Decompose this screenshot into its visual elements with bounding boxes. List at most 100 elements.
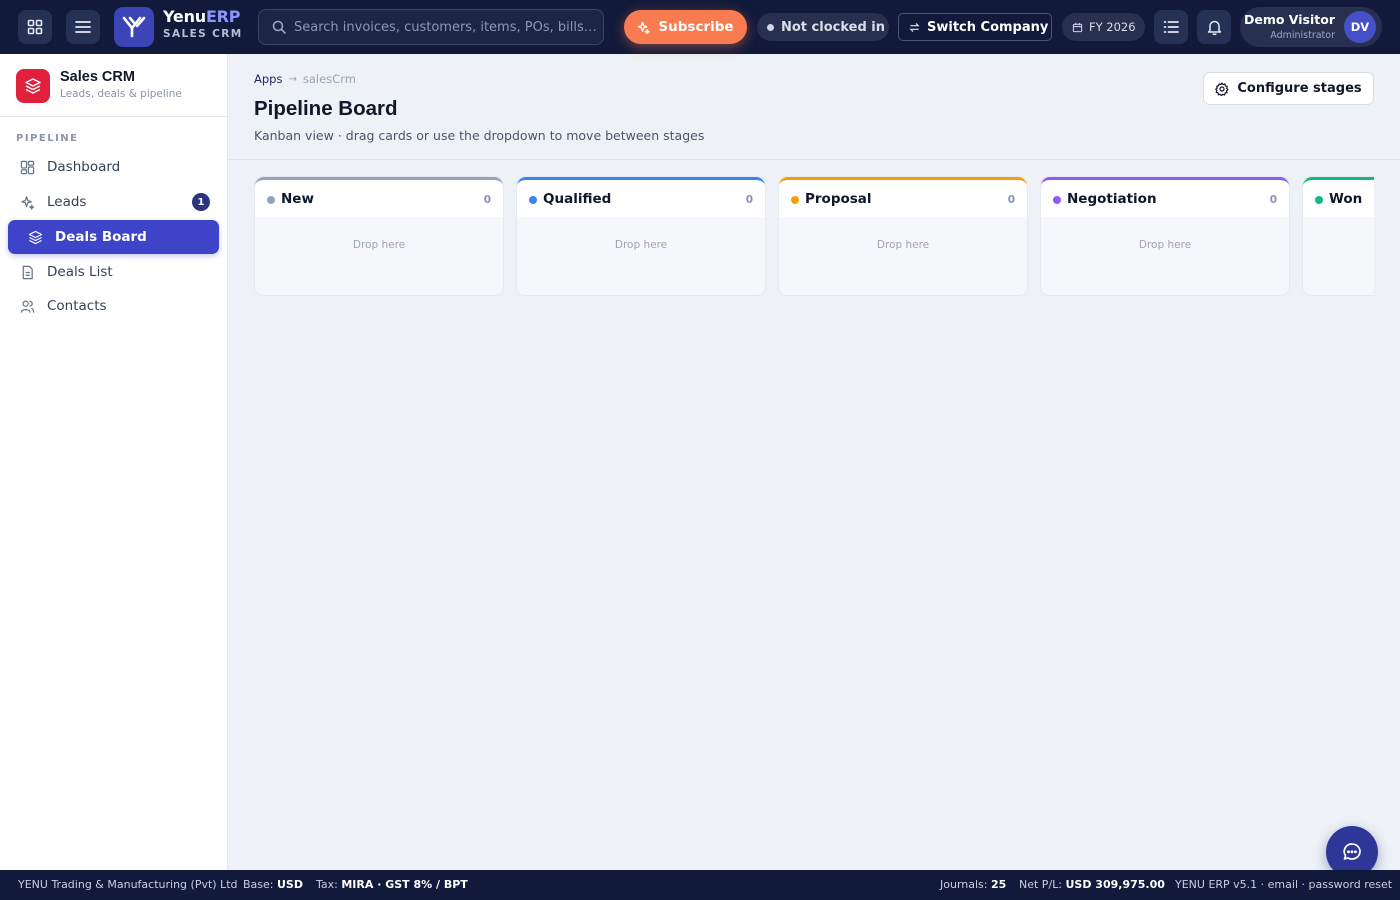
section-label: PIPELINE [16, 133, 79, 144]
sidebar-item-label: Leads [47, 194, 87, 210]
user-role: Administrator [1270, 30, 1335, 41]
stage-column-negotiation[interactable]: Negotiation 0 Drop here [1040, 176, 1290, 296]
stage-name: New [281, 191, 314, 207]
stage-header: Won [1303, 177, 1374, 217]
header-divider [228, 159, 1400, 160]
sidebar-item-label: Deals List [47, 264, 113, 280]
sidebar-item-dashboard[interactable]: Dashboard [8, 150, 219, 184]
sidebar-item-deals-list[interactable]: Deals List [8, 255, 219, 289]
stage-color-dot [1315, 196, 1323, 204]
configure-stages-button[interactable]: Configure stages [1203, 72, 1374, 105]
pipeline-board: New 0 Drop here Qualified 0 Drop here Pr… [254, 176, 1374, 296]
footer-base-label: Base: [243, 878, 274, 891]
breadcrumb: Apps → salesCrm [254, 72, 356, 86]
clock-status-label: Not clocked in [781, 19, 886, 35]
leads-count-badge: 1 [192, 193, 210, 211]
drop-zone[interactable]: Drop here [779, 239, 1027, 251]
footer-net-pl: Net P/L: USD 309,975.00 [1019, 878, 1165, 891]
hamburger-icon [75, 21, 91, 33]
stage-column-won[interactable]: Won [1302, 176, 1374, 296]
stage-name: Won [1329, 191, 1363, 207]
menu-toggle-button[interactable] [66, 10, 100, 44]
sidebar-item-label: Dashboard [47, 159, 121, 175]
bell-icon [1207, 20, 1221, 35]
footer-journals-value: 25 [990, 878, 1007, 891]
configure-stages-label: Configure stages [1237, 81, 1362, 96]
drop-zone[interactable]: Drop here [255, 239, 503, 251]
stage-count: 0 [745, 194, 753, 206]
app-name: Sales CRM [60, 69, 135, 85]
task-list-button[interactable] [1154, 10, 1188, 44]
avatar: DV [1344, 11, 1376, 43]
footer-tax: Tax: MIRA · GST 8% / BPT [316, 878, 468, 891]
subscribe-button[interactable]: Subscribe [624, 10, 747, 44]
search-placeholder: Search invoices, customers, items, POs, … [294, 19, 597, 35]
global-search-input[interactable]: Search invoices, customers, items, POs, … [258, 9, 604, 45]
sidebar-item-label: Deals Board [55, 229, 147, 245]
subscribe-label: Subscribe [658, 19, 734, 35]
sparkle-icon [638, 21, 651, 34]
footer-company: YENU Trading & Manufacturing (Pvt) Ltd [18, 878, 238, 891]
stage-header: Proposal 0 [779, 177, 1027, 217]
calendar-icon [1072, 22, 1083, 32]
stage-count: 0 [483, 194, 491, 206]
page-title: Pipeline Board [254, 97, 398, 120]
stage-color-dot [1053, 196, 1061, 204]
stage-column-proposal[interactable]: Proposal 0 Drop here [778, 176, 1028, 296]
stage-column-new[interactable]: New 0 Drop here [254, 176, 504, 296]
stage-color-dot [529, 196, 537, 204]
breadcrumb-current: salesCrm [302, 72, 356, 86]
clock-status-pill[interactable]: Not clocked in [757, 13, 889, 41]
stage-column-qualified[interactable]: Qualified 0 Drop here [516, 176, 766, 296]
footer-tax-label: Tax: [316, 878, 338, 891]
sidebar-item-leads[interactable]: Leads 1 [8, 185, 219, 219]
brand-subtitle: SALES CRM [163, 28, 243, 40]
user-menu[interactable]: Demo Visitor Administrator DV [1240, 7, 1382, 47]
page-subtitle: Kanban view · drag cards or use the drop… [254, 128, 705, 143]
top-bar: YenuERP SALES CRM Search invoices, custo… [0, 0, 1400, 54]
sidebar-item-label: Contacts [47, 298, 107, 314]
grid-icon [27, 19, 43, 35]
sidebar-item-deals-board[interactable]: Deals Board [8, 220, 219, 254]
layers-icon [28, 230, 43, 244]
drop-zone[interactable]: Drop here [517, 239, 765, 251]
stage-color-dot [791, 196, 799, 204]
stage-count: 0 [1269, 194, 1277, 206]
stage-header: New 0 [255, 177, 503, 217]
apps-grid-button[interactable] [18, 10, 52, 44]
arrow-right-icon: → [288, 73, 297, 85]
status-dot [767, 23, 774, 31]
footer-version: YENU ERP v5.1 · email · password reset [1175, 878, 1393, 891]
fiscal-year-pill[interactable]: FY 2026 [1062, 13, 1145, 41]
footer-netpl-label: Net P/L: [1019, 878, 1062, 891]
brand-prefix: Yenu [163, 7, 206, 26]
fiscal-year-label: FY 2026 [1089, 20, 1136, 34]
brand-logo[interactable] [114, 7, 154, 47]
footer-base-value: USD [277, 878, 303, 891]
dashboard-icon [20, 160, 35, 174]
sparkle-icon [21, 195, 35, 210]
switch-company-label: Switch Company [927, 19, 1049, 35]
app-header: Sales CRM Leads, deals & pipeline [0, 54, 227, 117]
footer-journals: Journals: 25 [940, 878, 1006, 891]
notifications-button[interactable] [1197, 10, 1231, 44]
footer-base: Base: USD [243, 878, 303, 891]
brand-name: YenuERP SALES CRM [163, 9, 243, 40]
gear-icon [1215, 81, 1229, 96]
stage-count: 0 [1007, 194, 1015, 206]
stage-name: Negotiation [1067, 191, 1157, 207]
breadcrumb-apps-link[interactable]: Apps [254, 72, 282, 86]
sales-crm-app-icon [16, 69, 50, 103]
switch-company-button[interactable]: Switch Company [898, 13, 1052, 41]
app-subtitle: Leads, deals & pipeline [60, 88, 182, 100]
stage-color-dot [267, 196, 275, 204]
sidebar-item-contacts[interactable]: Contacts [8, 289, 219, 323]
drop-zone[interactable]: Drop here [1041, 239, 1289, 251]
layers-icon [25, 78, 41, 94]
users-icon [20, 300, 35, 313]
footer-journals-label: Journals: [940, 878, 988, 891]
search-icon [272, 20, 286, 34]
footer-netpl-value: USD 309,975.00 [1065, 878, 1165, 891]
user-name: Demo Visitor [1243, 12, 1335, 27]
stage-name: Qualified [543, 191, 612, 207]
